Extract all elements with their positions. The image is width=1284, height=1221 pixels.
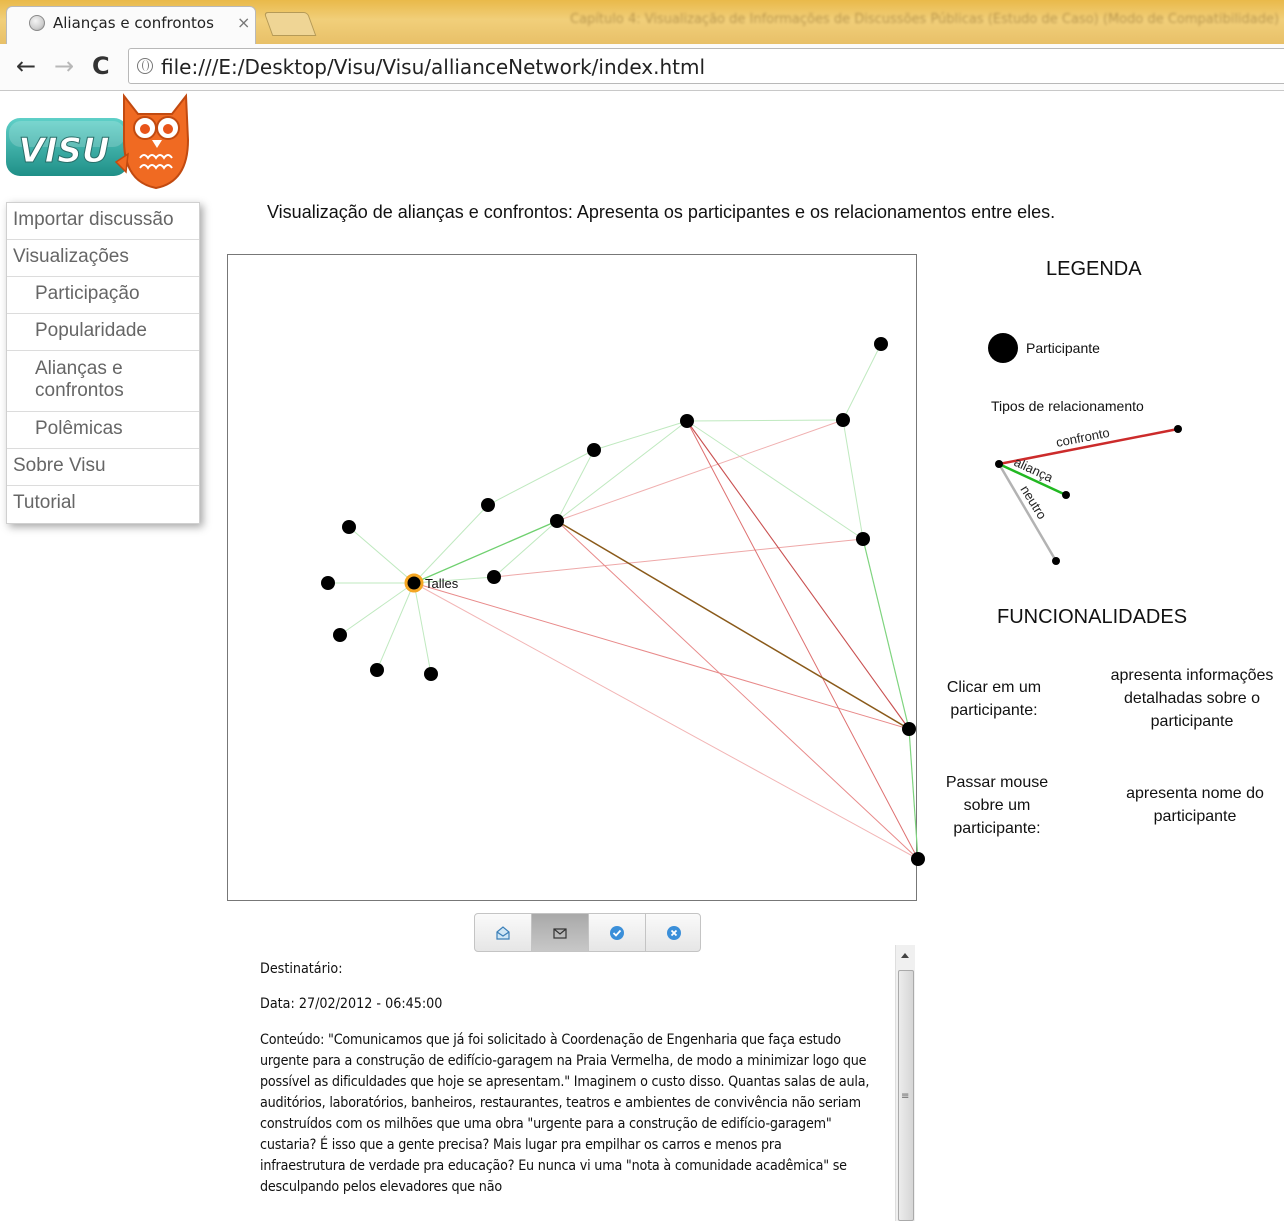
- menu-item-label: Alianças e confrontos: [35, 358, 124, 401]
- participant-node[interactable]: [874, 337, 888, 351]
- legend-node: [995, 460, 1003, 468]
- browser-toolbar: ← → C file:///E:/Desktop/Visu/Visu/allia…: [0, 44, 1284, 91]
- participant-node[interactable]: [680, 414, 694, 428]
- globe-icon: [29, 15, 45, 31]
- visu-logo[interactable]: VISU: [6, 92, 192, 192]
- feature-hover-label: Passar mouse sobre um participante:: [945, 774, 1049, 837]
- edge-alianca: [487, 449, 595, 506]
- participant-node[interactable]: [911, 852, 925, 866]
- participant-node[interactable]: [333, 628, 347, 642]
- menu-item-popularidade[interactable]: Popularidade: [7, 314, 199, 351]
- menu-item-aliancas-e-confrontos[interactable]: Alianças e confrontos: [7, 351, 199, 412]
- alliance-network-graph: Talles: [227, 254, 925, 901]
- edge-alianca-strong: [862, 538, 910, 730]
- page-info-icon[interactable]: [137, 58, 153, 74]
- legend-node: [1052, 557, 1060, 565]
- message-recipient: Destinatário:: [260, 961, 343, 977]
- menu-item-visualizacoes[interactable]: Visualizações: [7, 240, 199, 277]
- participant-node[interactable]: [487, 570, 501, 584]
- legend-node: [1062, 491, 1070, 499]
- legend-node: [1174, 425, 1182, 433]
- message-body: Conteúdo: "Comunicamos que já foi solici…: [260, 1032, 870, 1195]
- browser-tab-bar: Alianças e confrontos × Capítulo 4: Visu…: [0, 0, 1284, 44]
- address-bar[interactable]: file:///E:/Desktop/Visu/Visu/allianceNet…: [128, 48, 1284, 84]
- edge-alianca: [593, 420, 688, 451]
- legend-relationship-types: Tipos de relacionamento: [991, 398, 1144, 414]
- edge-confronto: [686, 420, 910, 730]
- feature-click-description: apresenta informações detalhadas sobre o…: [1110, 667, 1274, 730]
- feature-hover-description: apresenta nome do participante: [1126, 785, 1264, 825]
- back-arrow-icon[interactable]: ←: [16, 53, 36, 79]
- tab-title: Alianças e confrontos: [53, 14, 214, 32]
- edge-alianca: [842, 419, 864, 540]
- open-envelope-icon: [496, 926, 510, 940]
- edge-alianca: [493, 520, 558, 578]
- scroll-up-arrow-icon[interactable]: [901, 953, 909, 958]
- reload-icon[interactable]: C: [92, 53, 110, 79]
- edge-alianca: [413, 504, 489, 584]
- menu-item-sobre-visu[interactable]: Sobre Visu: [7, 449, 199, 486]
- edge-confronto: [413, 582, 919, 860]
- browser-tab[interactable]: Alianças e confrontos ×: [6, 6, 256, 44]
- edge-confronto: [686, 420, 919, 860]
- legend-participant-label: Participante: [1026, 340, 1100, 356]
- menu-item-importar-discussao[interactable]: Importar discussão: [7, 203, 199, 240]
- feature-click-label: Clicar em um participante:: [946, 679, 1042, 719]
- selected-node-label: Talles: [425, 576, 459, 591]
- edge-confronto: [413, 582, 910, 730]
- legend-confronto-label: confronto: [1055, 425, 1111, 450]
- participant-node[interactable]: [342, 520, 356, 534]
- edge-alianca-strong: [908, 728, 919, 860]
- participant-node[interactable]: [836, 413, 850, 427]
- participant-node[interactable]: [902, 722, 916, 736]
- participant-node[interactable]: [321, 576, 335, 590]
- participant-node[interactable]: [481, 498, 495, 512]
- participant-node[interactable]: [587, 443, 601, 457]
- participant-node[interactable]: [424, 667, 438, 681]
- envelope-icon: [553, 928, 567, 939]
- forward-arrow-icon[interactable]: →: [54, 53, 74, 79]
- url-text: file:///E:/Desktop/Visu/Visu/allianceNet…: [161, 55, 706, 79]
- graph-edges: [328, 343, 919, 860]
- menu-item-participacao[interactable]: Participação: [7, 277, 199, 314]
- message-date: Data: 27/02/2012 - 06:45:00: [260, 996, 443, 1012]
- edge-alianca: [842, 343, 882, 421]
- features-title: FUNCIONALIDADES: [997, 606, 1188, 628]
- edge-confronto: [556, 520, 919, 860]
- edge-confronto: [556, 419, 844, 522]
- edge-alianca: [413, 582, 432, 675]
- message-panel[interactable]: Destinatário: Data: 27/02/2012 - 06:45:0…: [250, 945, 915, 1221]
- window-title: Capítulo 4: Visualização de Informações …: [570, 12, 1280, 27]
- scroll-grip-icon: ≡: [901, 1091, 910, 1102]
- edge-alianca-strong: [413, 520, 558, 584]
- edge-alianca: [556, 420, 688, 522]
- svg-text:VISU: VISU: [18, 131, 109, 171]
- new-tab-button[interactable]: [263, 12, 317, 36]
- network-graph-svg: Talles: [321, 337, 925, 866]
- legend-title: LEGENDA: [1046, 258, 1142, 280]
- menu-item-tutorial[interactable]: Tutorial: [7, 486, 199, 523]
- message-scrollbar[interactable]: ≡: [895, 945, 915, 1221]
- cancel-icon: [667, 926, 681, 940]
- page-description: Visualização de alianças e confrontos: A…: [267, 202, 1056, 222]
- participant-node[interactable]: [550, 514, 564, 528]
- side-menu: Importar discussão Visualizações Partici…: [6, 202, 200, 524]
- participant-node[interactable]: [370, 663, 384, 677]
- legend-graphic: confronto aliança neutro: [988, 333, 1182, 565]
- edge-alianca: [348, 526, 415, 584]
- legend-participant-icon: [988, 333, 1018, 363]
- selected-participant-node[interactable]: [404, 573, 424, 593]
- menu-item-polemicas[interactable]: Polêmicas: [7, 412, 199, 449]
- edge-alianca: [686, 419, 844, 422]
- graph-nodes: Talles: [321, 337, 925, 866]
- edge-alianca: [686, 420, 864, 540]
- participant-node[interactable]: [856, 532, 870, 546]
- check-icon: [610, 926, 624, 940]
- edge-confronto: [493, 538, 864, 578]
- close-tab-icon[interactable]: ×: [237, 13, 250, 32]
